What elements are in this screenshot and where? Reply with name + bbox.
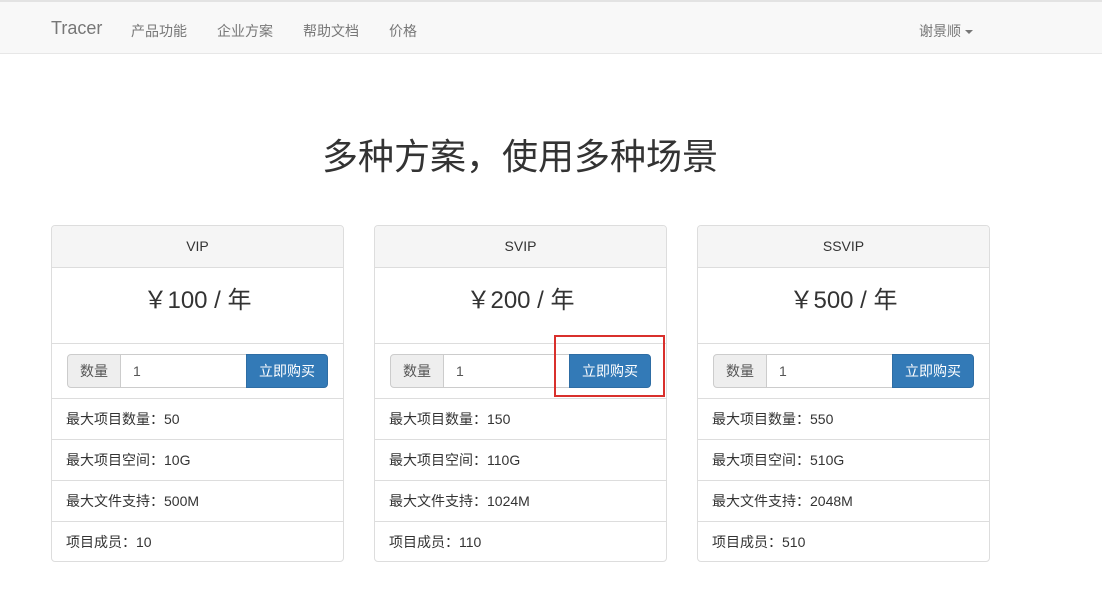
brand-logo[interactable]: Tracer [51, 18, 102, 39]
plan-card-ssvip: SSVIP ￥500 / 年 数量 立即购买 最大项目数量：550 最大项目空间… [697, 225, 990, 562]
feature-max-space: 最大项目空间：510G [698, 440, 989, 481]
plan-name: SSVIP [698, 226, 989, 268]
plan-price: ￥500 / 年 [698, 268, 989, 344]
feature-max-projects: 最大项目数量：550 [698, 399, 989, 440]
feature-max-space: 最大项目空间：10G [52, 440, 343, 481]
plan-price: ￥200 / 年 [375, 268, 666, 344]
quantity-label: 数量 [390, 354, 444, 388]
feature-max-projects: 最大项目数量：150 [375, 399, 666, 440]
plan-name: VIP [52, 226, 343, 268]
feature-max-projects: 最大项目数量：50 [52, 399, 343, 440]
feature-members: 项目成员：110 [389, 534, 482, 550]
page-title: 多种方案，使用多种场景 [321, 136, 718, 177]
quantity-label: 数量 [67, 354, 121, 388]
quantity-label: 数量 [713, 354, 767, 388]
plan-name: SVIP [375, 226, 666, 268]
nav-link-enterprise[interactable]: 企业方案 [217, 21, 273, 41]
nav-link-pricing[interactable]: 价格 [389, 21, 417, 41]
highlight-annotation-box [554, 335, 665, 397]
feature-members: 项目成员：510 [712, 534, 806, 550]
plan-card-vip: VIP ￥100 / 年 数量 立即购买 最大项目数量：50 最大项目空间：10… [51, 225, 344, 562]
feature-max-file: 最大文件支持：1024M [375, 481, 666, 522]
feature-members: 项目成员：10 [66, 534, 152, 550]
plan-price: ￥100 / 年 [52, 268, 343, 344]
buy-row: 数量 立即购买 [698, 344, 989, 399]
caret-down-icon [965, 30, 973, 35]
user-menu[interactable]: 谢景顺 [919, 21, 973, 41]
buy-now-button[interactable]: 立即购买 [246, 354, 328, 388]
quantity-input[interactable] [766, 354, 893, 388]
quantity-input[interactable] [443, 354, 570, 388]
nav-link-docs[interactable]: 帮助文档 [303, 21, 359, 41]
feature-max-space: 最大项目空间：110G [375, 440, 666, 481]
navbar: Tracer 产品功能 企业方案 帮助文档 价格 谢景顺 [0, 0, 1102, 54]
nav-link-features[interactable]: 产品功能 [131, 21, 187, 41]
feature-max-file: 最大文件支持：2048M [698, 481, 989, 522]
user-name: 谢景顺 [919, 23, 961, 39]
buy-row: 数量 立即购买 [52, 344, 343, 399]
quantity-input[interactable] [120, 354, 247, 388]
feature-max-file: 最大文件支持：500M [52, 481, 343, 522]
buy-now-button[interactable]: 立即购买 [892, 354, 974, 388]
